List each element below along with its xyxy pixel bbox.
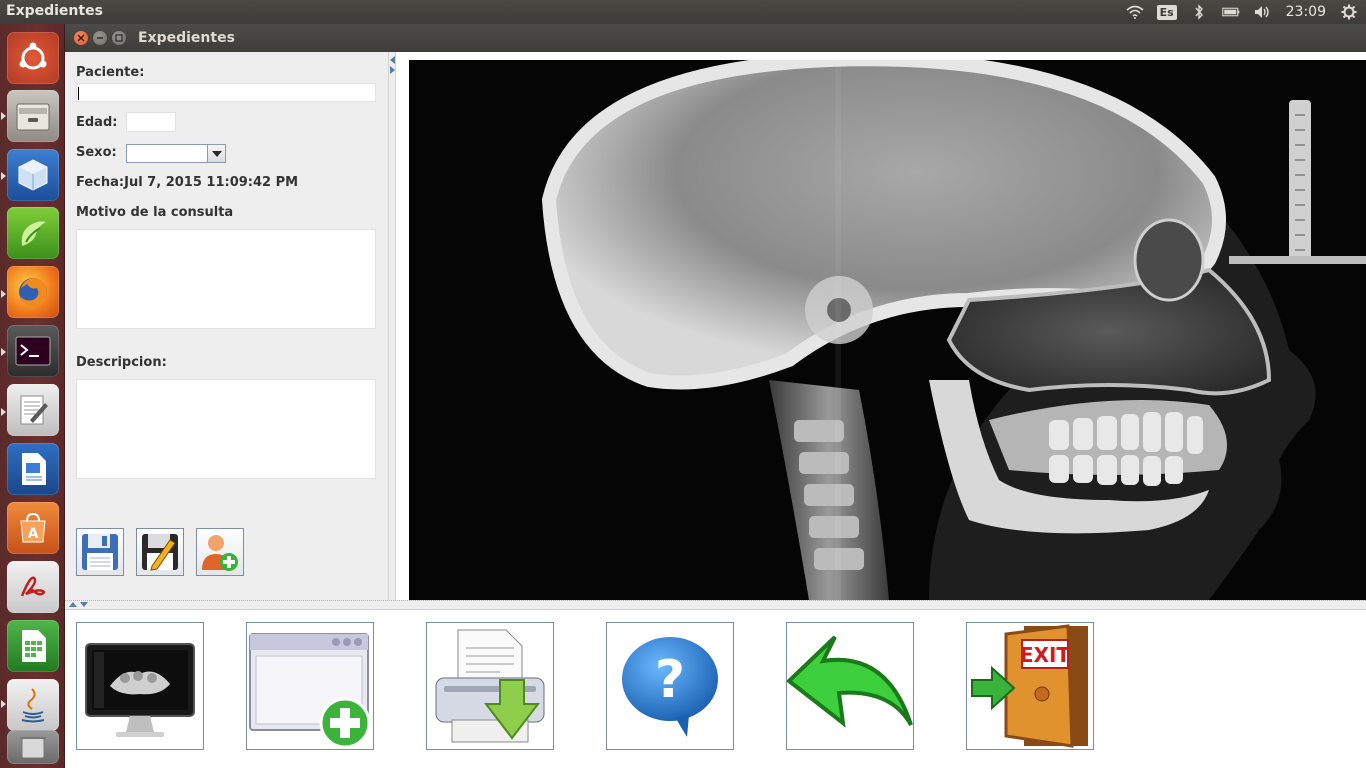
app-window: Expedientes Paciente: Edad: Sexo: Fecha:… [65,24,1366,768]
paciente-label: Paciente: [76,65,145,80]
edit-save-button[interactable] [136,528,184,576]
terminal-icon[interactable] [7,325,59,377]
image-panel [396,52,1366,600]
dental-scan-viewer-button[interactable] [76,622,204,750]
floppy-disk-icon [82,534,118,570]
floppy-pencil-icon [142,534,178,571]
sexo-select[interactable] [126,144,226,163]
monitor-teeth-icon [85,643,195,737]
window-title: Expedientes [138,30,235,46]
calc-icon[interactable] [7,620,59,672]
writer-icon[interactable] [7,443,59,495]
descripcion-label: Descripcion: [76,355,167,370]
gear-icon[interactable] [1340,4,1358,20]
exit-sign-text: EXIT [1020,643,1071,667]
svg-text:A: A [28,526,39,542]
add-window-icon [249,633,371,748]
new-window-button[interactable] [246,622,374,750]
vertical-splitter[interactable] [388,52,396,600]
exit-button[interactable]: EXIT [966,622,1094,750]
battery-icon[interactable] [1221,4,1240,20]
bluetooth-icon[interactable] [1190,4,1208,20]
top-panel-app-title: Expedientes [6,3,103,19]
fecha-value: Jul 7, 2015 11:09:42 PM [124,175,299,190]
collapse-down-arrow-icon[interactable] [80,602,88,607]
running-indicator [1,112,6,120]
files-icon[interactable] [7,90,59,142]
keyboard-layout-indicator[interactable]: Es [1156,4,1177,20]
gimp-icon[interactable] [7,207,59,259]
exit-door-icon: EXIT [971,624,1088,748]
ubuntu-dash-icon[interactable] [7,32,59,84]
clock[interactable]: 23:09 [1286,4,1326,20]
trash-icon[interactable] [7,730,59,764]
edad-input[interactable] [126,112,176,132]
close-window-button[interactable] [74,31,88,45]
firefox-icon[interactable] [7,266,59,318]
chevron-down-icon[interactable] [207,145,225,162]
system-tray: Es 23:09 [1126,0,1358,24]
descripcion-textarea[interactable] [76,379,376,479]
horizontal-splitter[interactable] [65,600,1366,610]
collapse-right-arrow-icon[interactable] [390,66,395,74]
edad-label: Edad: [76,115,118,130]
fecha-text: Fecha:Jul 7, 2015 11:09:42 PM [76,175,298,190]
collapse-left-arrow-icon[interactable] [390,56,395,64]
print-button[interactable] [426,622,554,750]
patient-form: Paciente: Edad: Sexo: Fecha:Jul 7, 2015 … [65,52,388,600]
running-indicator [1,700,6,708]
adobe-reader-icon[interactable] [7,561,59,613]
running-indicator [1,408,6,416]
window-titlebar[interactable]: Expedientes [65,24,1366,52]
volume-icon[interactable] [1254,4,1272,20]
collapse-up-arrow-icon[interactable] [69,602,77,607]
printer-icon [435,629,545,743]
running-indicator [1,290,6,298]
sexo-label: Sexo: [76,145,117,160]
bottom-toolbar: ? EXIT [65,610,1366,768]
paciente-input[interactable] [76,83,376,102]
motivo-label: Motivo de la consulta [76,205,234,220]
svg-text:?: ? [655,650,685,710]
back-button[interactable] [786,622,914,750]
add-patient-button[interactable] [196,528,244,576]
undo-arrow-icon [787,635,913,728]
cephalometric-xray-image [409,60,1366,600]
motivo-textarea[interactable] [76,229,376,329]
add-user-icon [202,535,238,571]
minimize-window-button[interactable] [93,31,107,45]
wifi-icon[interactable] [1126,4,1144,20]
text-editor-icon[interactable] [7,384,59,436]
question-bubble-icon: ? [622,637,718,737]
java-icon[interactable] [7,679,59,731]
running-indicator [1,348,6,356]
text-caret [78,87,79,100]
launcher: A [0,24,65,768]
software-center-icon[interactable]: A [7,502,59,554]
top-panel: Expedientes Es 23:09 [0,0,1366,24]
running-indicator [1,172,6,180]
save-button[interactable] [76,528,124,576]
help-button[interactable]: ? [606,622,734,750]
fecha-label: Fecha: [76,175,125,190]
virtualbox-icon[interactable] [7,149,59,201]
maximize-window-button[interactable] [112,31,126,45]
keyboard-layout-label: Es [1156,4,1177,20]
